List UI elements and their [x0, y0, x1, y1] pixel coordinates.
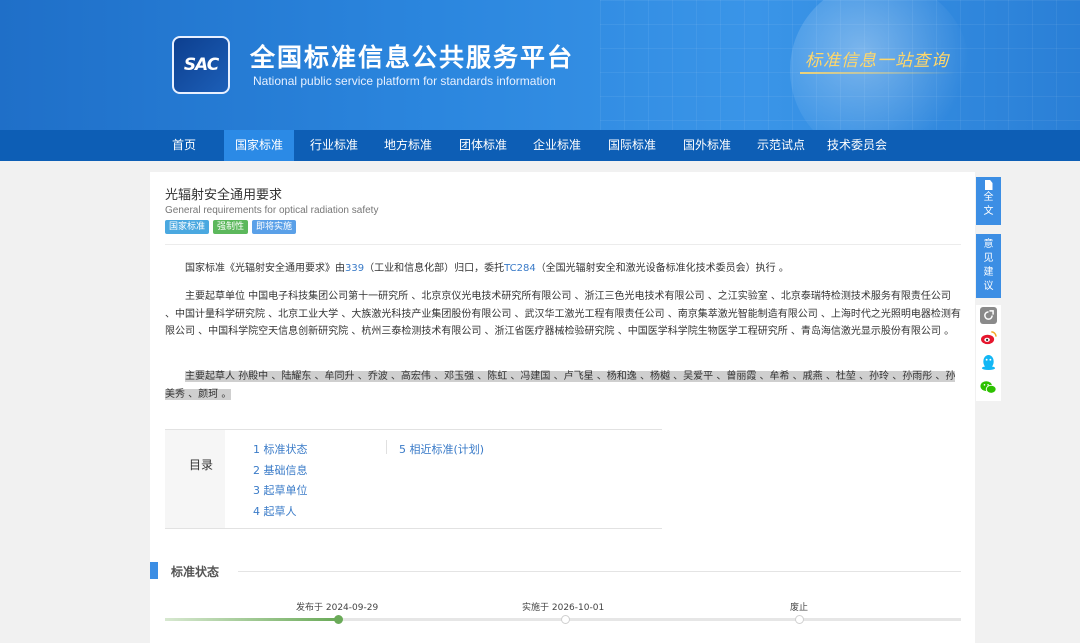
timeline-dot-abolished: [795, 615, 804, 624]
nav-foreign-standards[interactable]: 国外标准: [672, 130, 742, 161]
intro-suffix: （全国光辐射安全和激光设备标准化技术委员会）执行 。: [535, 263, 789, 274]
timeline-published-label: 发布于 2024-09-29: [296, 603, 379, 613]
slogan-underline: [800, 72, 955, 74]
intro-prefix: 国家标准《光辐射安全通用要求》由: [185, 263, 345, 274]
nav-group-standards[interactable]: 团体标准: [448, 130, 518, 161]
section-title-status: 标准状态: [171, 565, 220, 579]
site-subtitle: National public service platform for sta…: [253, 74, 556, 88]
intro-paragraph: 国家标准《光辐射安全通用要求》由339（工业和信息化部）归口，委托TC284（全…: [165, 260, 961, 278]
drafters-text: 主要起草人 孙殿中 、陆耀东 、牟同升 、乔波 、高宏伟 、邓玉强 、陈虹 、冯…: [165, 371, 956, 400]
section-rule: [238, 571, 961, 572]
share-icon[interactable]: [980, 307, 997, 324]
main-nav: 首页 国家标准 行业标准 地方标准 团体标准 企业标准 国际标准 国外标准 示范…: [0, 130, 1080, 161]
document-icon: [984, 180, 993, 190]
toc-item-drafting-units[interactable]: 3 起草单位: [253, 481, 308, 502]
timeline-dot-published: [334, 615, 343, 624]
drafters-paragraph: 主要起草人 孙殿中 、陆耀东 、牟同升 、乔波 、高宏伟 、邓玉强 、陈虹 、冯…: [165, 368, 961, 403]
weibo-icon[interactable]: [980, 329, 997, 346]
toc-label-box: 目录: [165, 430, 225, 528]
standard-title: 光辐射安全通用要求: [165, 188, 283, 203]
timeline-effective-label: 实施于 2026-10-01: [522, 603, 605, 613]
header-banner: SAC 全国标准信息公共服务平台 National public service…: [0, 0, 1080, 130]
drafting-units-paragraph: 主要起草单位 中国电子科技集团公司第十一研究所 、北京京仪光电技术研究所有限公司…: [165, 291, 961, 337]
ministry-code-link[interactable]: 339: [345, 263, 364, 274]
nav-international-standards[interactable]: 国际标准: [597, 130, 667, 161]
timeline-abolished-label: 废止: [790, 603, 809, 613]
standard-detail-card: 光辐射安全通用要求 General requirements for optic…: [150, 172, 975, 643]
nav-home[interactable]: 首页: [160, 130, 208, 161]
committee-code-link[interactable]: TC284: [504, 263, 536, 274]
toc-column-1: 1 标准状态 2 基础信息 3 起草单位 4 起草人: [253, 440, 308, 522]
nav-national-standards[interactable]: 国家标准: [224, 130, 294, 161]
tag-upcoming: 即将实施: [252, 220, 297, 234]
title-divider: [165, 244, 961, 245]
nav-industry-standards[interactable]: 行业标准: [299, 130, 369, 161]
slogan: 标准信息一站查询: [805, 51, 949, 71]
feedback-button[interactable]: 意见建议: [976, 234, 1001, 298]
section-marker: [150, 562, 158, 579]
qq-icon[interactable]: [980, 354, 997, 371]
toc-item-similar-standards[interactable]: 5 相近标准(计划): [399, 440, 484, 461]
nav-technical-committees[interactable]: 技术委员会: [820, 130, 894, 161]
wechat-icon[interactable]: [980, 379, 997, 396]
share-panel: [976, 305, 1001, 401]
toc-item-drafters[interactable]: 4 起草人: [253, 502, 308, 523]
fulltext-label: 全文: [983, 192, 994, 217]
tag-national-standard: 国家标准: [165, 220, 210, 234]
feedback-label: 意见建议: [983, 239, 994, 292]
intro-mid: （工业和信息化部）归口，委托: [364, 263, 505, 274]
nav-local-standards[interactable]: 地方标准: [373, 130, 443, 161]
logo-text: SAC: [183, 55, 219, 75]
timeline-progress: [165, 618, 338, 621]
nav-enterprise-standards[interactable]: 企业标准: [522, 130, 592, 161]
toc-label: 目录: [189, 458, 214, 472]
toc-column-2: 5 相近标准(计划): [399, 440, 484, 461]
fulltext-button[interactable]: 全文: [976, 177, 1001, 225]
standard-tags: 国家标准 强制性 即将实施: [165, 220, 297, 234]
timeline-dot-effective: [561, 615, 570, 624]
tag-mandatory: 强制性: [213, 220, 249, 234]
toc-item-basic-info[interactable]: 2 基础信息: [253, 461, 308, 482]
toc-item-status[interactable]: 1 标准状态: [253, 440, 308, 461]
site-title: 全国标准信息公共服务平台: [250, 43, 575, 72]
toc-separator: [386, 440, 387, 454]
nav-pilot-demo[interactable]: 示范试点: [746, 130, 816, 161]
table-of-contents: 目录 1 标准状态 2 基础信息 3 起草单位 4 起草人 5 相近标准(计划): [165, 429, 662, 529]
sac-logo[interactable]: SAC: [172, 36, 230, 94]
standard-title-en: General requirements for optical radiati…: [165, 205, 379, 216]
